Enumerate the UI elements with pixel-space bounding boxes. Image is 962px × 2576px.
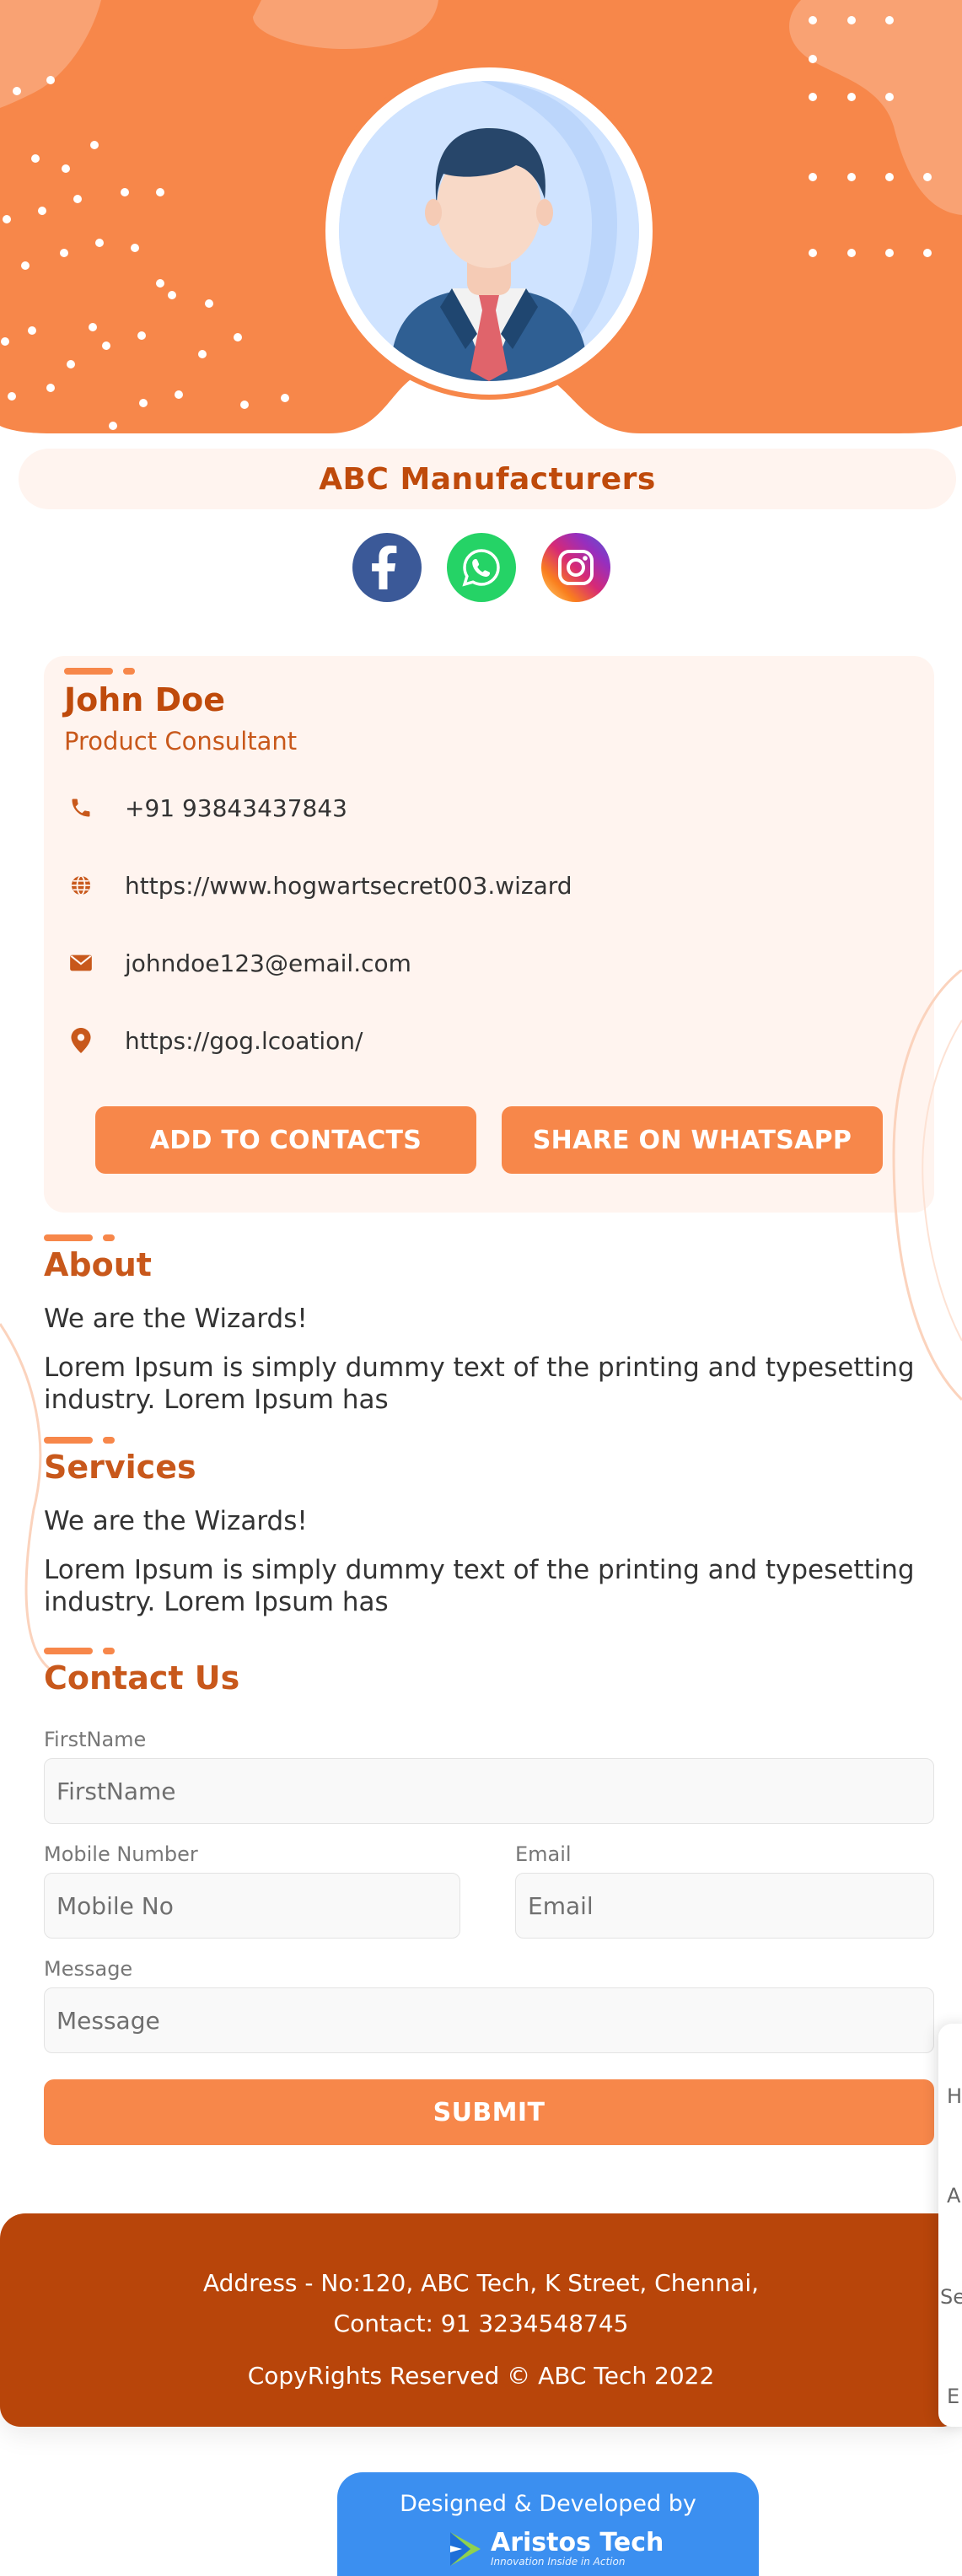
submit-button[interactable]: SUBMIT [44, 2079, 934, 2145]
contact-title: Contact Us [44, 1659, 240, 1697]
message-label: Message [44, 1957, 133, 1981]
about-accent [44, 1234, 115, 1241]
contact-accent [44, 1648, 115, 1654]
section-accent [64, 668, 135, 675]
company-name: ABC Manufacturers [319, 461, 656, 497]
footer-copyright: CopyRights Reserved © ABC Tech 2022 [247, 2362, 715, 2390]
footer-address: Address - No:120, ABC Tech, K Street, Ch… [203, 2269, 759, 2297]
footer: Address - No:120, ABC Tech, K Street, Ch… [0, 2213, 962, 2427]
person-name: John Doe [64, 681, 226, 718]
profile-avatar [320, 62, 658, 400]
instagram-icon[interactable] [540, 533, 610, 602]
facebook-icon[interactable] [352, 533, 422, 602]
aristos-logo-icon [450, 2532, 481, 2566]
side-nav-panel: H A Se E [938, 2024, 962, 2427]
services-tagline: We are the Wizards! [44, 1506, 308, 1536]
side-nav-item[interactable]: H [947, 2084, 962, 2108]
aristos-brand-text: Aristos Tech [491, 2528, 664, 2557]
email-input[interactable] [515, 1873, 934, 1939]
aristos-tagline: Innovation Inside in Action [491, 2556, 626, 2568]
website-row[interactable]: https://www.hogwartsecret003.wizard [64, 864, 572, 906]
business-card: ABC Manufacturers John Doe Product Consu… [0, 0, 962, 2427]
firstname-label: FirstName [44, 1728, 147, 1751]
side-nav-item[interactable]: Se [940, 2285, 962, 2309]
developer-credit[interactable]: Designed & Developed by Aristos Tech Inn… [337, 2472, 759, 2576]
services-title: Services [44, 1449, 196, 1486]
whatsapp-icon[interactable] [446, 533, 516, 602]
side-nav-item[interactable]: E [947, 2385, 959, 2408]
social-links [0, 533, 962, 602]
side-nav-item[interactable]: A [947, 2184, 960, 2208]
about-body: Lorem Ipsum is simply dummy text of the … [44, 1353, 915, 1415]
avatar-illustration [339, 81, 639, 381]
phone-icon [64, 791, 98, 825]
about-title: About [44, 1246, 152, 1283]
mobile-label: Mobile Number [44, 1842, 198, 1866]
services-accent [44, 1437, 115, 1444]
about-tagline: We are the Wizards! [44, 1304, 308, 1334]
message-input[interactable] [44, 1987, 934, 2053]
services-body: Lorem Ipsum is simply dummy text of the … [44, 1555, 915, 1617]
aristos-tech-logo: Aristos Tech Innovation Inside in Action [445, 2523, 664, 2575]
company-banner: ABC Manufacturers [19, 449, 956, 509]
firstname-input[interactable] [44, 1758, 934, 1824]
globe-icon [64, 869, 98, 902]
phone-row[interactable]: +91 93843437843 [64, 787, 347, 829]
person-title: Product Consultant [64, 727, 298, 756]
website-link[interactable]: https://www.hogwartsecret003.wizard [125, 872, 572, 900]
phone-number: +91 93843437843 [125, 793, 347, 822]
footer-contact: Contact: 91 3234548745 [333, 2310, 629, 2337]
mobile-input[interactable] [44, 1873, 460, 1939]
developer-label: Designed & Developed by [400, 2491, 696, 2517]
email-label: Email [515, 1842, 572, 1866]
